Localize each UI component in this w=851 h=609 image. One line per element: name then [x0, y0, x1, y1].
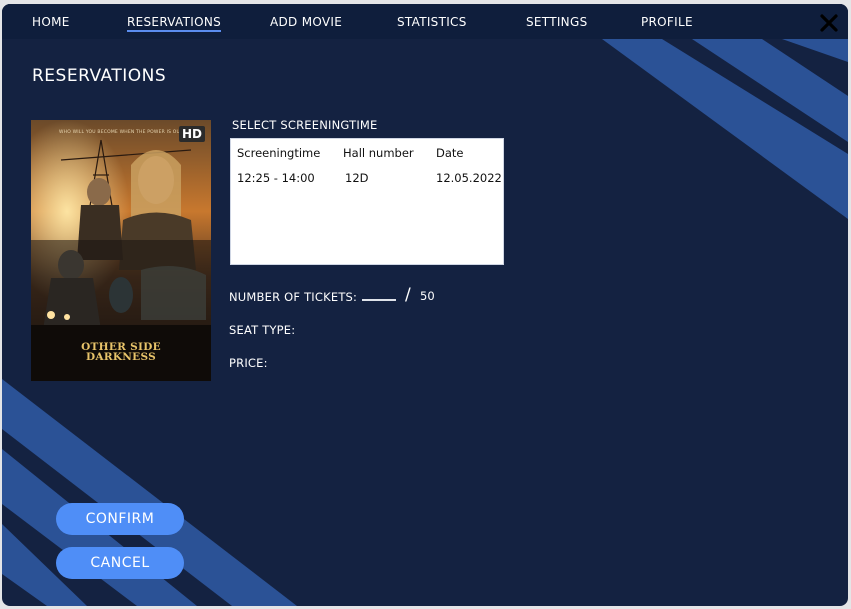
- price-label: PRICE:: [229, 356, 268, 370]
- tickets-separator: /: [405, 285, 411, 305]
- cell-date[interactable]: 12.05.2022: [436, 171, 502, 185]
- tickets-label: NUMBER OF TICKETS:: [229, 290, 358, 304]
- cell-hall-number[interactable]: 12D: [345, 171, 369, 185]
- nav-item-settings[interactable]: SETTINGS: [526, 15, 587, 29]
- seat-type-label: SEAT TYPE:: [229, 323, 296, 337]
- confirm-button[interactable]: CONFIRM: [56, 503, 184, 535]
- cell-screeningtime[interactable]: 12:25 - 14:00: [237, 171, 315, 185]
- top-navbar: HOME RESERVATIONS ADD MOVIE STATISTICS S…: [2, 4, 848, 39]
- column-header-hall-number: Hall number: [343, 146, 414, 160]
- screening-section-label: SELECT SCREENINGTIME: [232, 118, 378, 132]
- poster-title-line2: DARKNESS: [85, 351, 157, 363]
- nav-item-home[interactable]: HOME: [32, 15, 70, 29]
- screening-table: Screeningtime Hall number Date 12:25 - 1…: [230, 138, 504, 265]
- cancel-button[interactable]: CANCEL: [56, 547, 184, 579]
- tickets-max: 50: [420, 289, 435, 303]
- close-button[interactable]: [818, 12, 840, 34]
- close-icon: [820, 14, 838, 32]
- nav-item-profile[interactable]: PROFILE: [641, 15, 693, 29]
- movie-poster[interactable]: WHO WILL YOU BECOME WHEN THE POWER IS OU…: [31, 120, 211, 381]
- app-window: HOME RESERVATIONS ADD MOVIE STATISTICS S…: [2, 4, 848, 606]
- column-header-date: Date: [436, 146, 464, 160]
- page-title: RESERVATIONS: [32, 66, 167, 86]
- nav-item-reservations[interactable]: RESERVATIONS: [127, 15, 222, 32]
- column-header-screeningtime: Screeningtime: [237, 146, 321, 160]
- nav-item-add-movie[interactable]: ADD MOVIE: [270, 15, 342, 29]
- nav-item-statistics[interactable]: STATISTICS: [397, 15, 467, 29]
- poster-title: OTHER SIDE DARKNESS: [31, 342, 211, 363]
- tickets-input[interactable]: [362, 285, 396, 301]
- hd-badge: HD: [178, 126, 205, 142]
